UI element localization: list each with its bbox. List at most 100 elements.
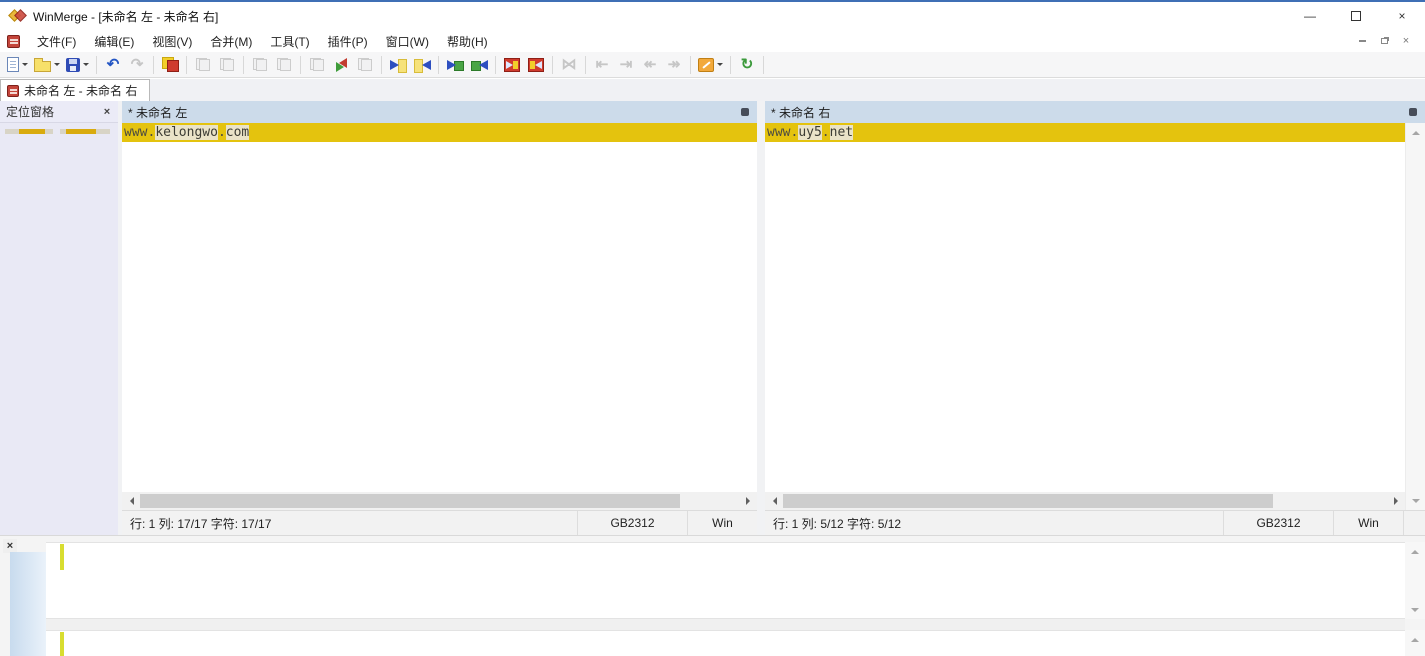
left-horizontal-scrollbar[interactable]	[122, 492, 757, 510]
diff-detail-left-text[interactable]	[46, 542, 1405, 619]
copy-right-button[interactable]	[443, 54, 467, 76]
right-diff-line[interactable]: www.uy5.net	[765, 123, 1405, 142]
prev-difference-button[interactable]	[410, 54, 434, 76]
copy-left-button[interactable]	[467, 54, 491, 76]
menu-merge[interactable]: 合并(M)	[201, 30, 261, 53]
swap-panes-icon	[334, 58, 349, 72]
left-editor[interactable]: www.kelongwo.com	[122, 123, 757, 492]
toolbar-separator	[96, 56, 97, 74]
toolbar-separator	[300, 56, 301, 74]
menu-help[interactable]: 帮助(H)	[438, 30, 497, 53]
menubar: 文件(F) 编辑(E) 视图(V) 合并(M) 工具(T) 插件(P) 窗口(W…	[0, 30, 1425, 52]
open-button[interactable]	[31, 54, 63, 76]
diff-pane-side-strip	[10, 552, 46, 656]
scroll-left-arrow[interactable]	[122, 492, 139, 510]
new-button[interactable]	[4, 54, 31, 76]
toolbar-separator	[763, 56, 764, 74]
mdi-document-icon[interactable]	[7, 35, 20, 48]
location-unchanged	[45, 129, 53, 134]
rescan-button[interactable]	[158, 54, 182, 76]
options-button[interactable]	[695, 54, 726, 76]
diff-detail-right-scrollbar[interactable]	[1405, 630, 1425, 656]
refresh-button[interactable]: ↻	[735, 54, 759, 76]
next-identical-file-button[interactable]	[272, 54, 296, 76]
menu-window[interactable]: 窗口(W)	[377, 30, 438, 53]
next-inline-diff-button[interactable]: ↠	[662, 54, 686, 76]
diff-marker	[60, 632, 64, 656]
options-icon	[698, 58, 714, 72]
copy-all-right-icon	[504, 58, 520, 72]
undo-button[interactable]: ↶	[101, 54, 125, 76]
right-pane-header-icon	[1409, 108, 1417, 116]
next-identical-file-icon	[277, 58, 291, 71]
diff-detail-right-text[interactable]	[46, 630, 1405, 656]
statusbar-corner	[1403, 511, 1425, 535]
right-editor[interactable]: www.uy5.net	[765, 123, 1405, 492]
next-diff-file-icon	[220, 58, 234, 71]
location-bar-right[interactable]	[60, 129, 110, 134]
diff-detail-separator	[46, 619, 1405, 630]
tab-compare[interactable]: 未命名 左 - 未命名 右	[0, 79, 150, 101]
minimize-icon: —	[1304, 9, 1316, 23]
diff-detail-left-scrollbar[interactable]	[1405, 542, 1425, 619]
right-pane-header[interactable]: * 未命名 右	[765, 101, 1425, 123]
scrollbar-thumb[interactable]	[783, 494, 1273, 508]
maximize-button[interactable]	[1333, 2, 1379, 30]
undo-icon: ↶	[107, 57, 120, 72]
copy-all-right-button[interactable]	[500, 54, 524, 76]
auto-merge-button[interactable]: ⋈	[557, 54, 581, 76]
menu-tools[interactable]: 工具(T)	[261, 30, 318, 53]
minimize-button[interactable]: —	[1287, 2, 1333, 30]
copy-all-left-button[interactable]	[524, 54, 548, 76]
toolbar-separator	[730, 56, 731, 74]
scroll-up-arrow[interactable]	[1406, 123, 1425, 140]
open-dropdown-caret	[54, 63, 60, 69]
menu-file[interactable]: 文件(F)	[28, 30, 85, 53]
scroll-right-arrow[interactable]	[1388, 492, 1405, 510]
redo-button[interactable]: ↷	[125, 54, 149, 76]
menu-edit[interactable]: 编辑(E)	[85, 30, 143, 53]
next-difference-button[interactable]	[386, 54, 410, 76]
left-pane-header[interactable]: * 未命名 左	[122, 101, 757, 123]
close-button[interactable]: ×	[1379, 2, 1425, 30]
mdi-close-button[interactable]: ×	[1395, 33, 1417, 49]
refresh-selected-button[interactable]	[353, 54, 377, 76]
right-encoding: GB2312	[1223, 511, 1333, 535]
location-bars[interactable]	[0, 123, 118, 134]
menu-view[interactable]: 视图(V)	[143, 30, 201, 53]
save-button[interactable]	[63, 54, 92, 76]
diff-segment: .	[218, 125, 226, 140]
scroll-right-arrow[interactable]	[740, 492, 757, 510]
select-line-diff-button[interactable]	[305, 54, 329, 76]
prev-conflict-button[interactable]: ⇤	[590, 54, 614, 76]
window-title: WinMerge - [未命名 左 - 未命名 右]	[33, 8, 218, 25]
left-diff-line[interactable]: www.kelongwo.com	[122, 123, 757, 142]
scroll-down-arrow[interactable]	[1406, 493, 1425, 510]
mdi-minimize-button[interactable]	[1351, 33, 1373, 49]
prev-diff-file-button[interactable]	[191, 54, 215, 76]
toolbar-separator	[153, 56, 154, 74]
swap-panes-button[interactable]	[329, 54, 353, 76]
right-horizontal-scrollbar[interactable]	[765, 492, 1405, 510]
prev-identical-file-button[interactable]	[248, 54, 272, 76]
right-vertical-scrollbar[interactable]	[1405, 123, 1425, 510]
menu-plugins[interactable]: 插件(P)	[319, 30, 377, 53]
location-bar-left[interactable]	[5, 129, 53, 134]
scroll-up-arrow[interactable]	[1405, 630, 1425, 647]
scroll-up-arrow[interactable]	[1405, 542, 1425, 559]
prev-conflict-icon: ⇤	[596, 57, 609, 72]
diff-pane-close-button[interactable]: ×	[3, 539, 17, 553]
prev-inline-diff-button[interactable]: ↞	[638, 54, 662, 76]
next-diff-file-button[interactable]	[215, 54, 239, 76]
location-pane-close-button[interactable]: ×	[100, 105, 114, 119]
location-diff-block	[66, 129, 96, 134]
toolbar-separator	[495, 56, 496, 74]
copy-all-left-icon	[528, 58, 544, 72]
next-conflict-button[interactable]: ⇥	[614, 54, 638, 76]
open-folder-icon	[34, 61, 51, 72]
scroll-down-arrow[interactable]	[1405, 602, 1425, 619]
mdi-restore-button[interactable]	[1373, 33, 1395, 49]
scroll-left-arrow[interactable]	[765, 492, 782, 510]
refresh-selected-icon	[358, 58, 372, 71]
scrollbar-thumb[interactable]	[140, 494, 680, 508]
